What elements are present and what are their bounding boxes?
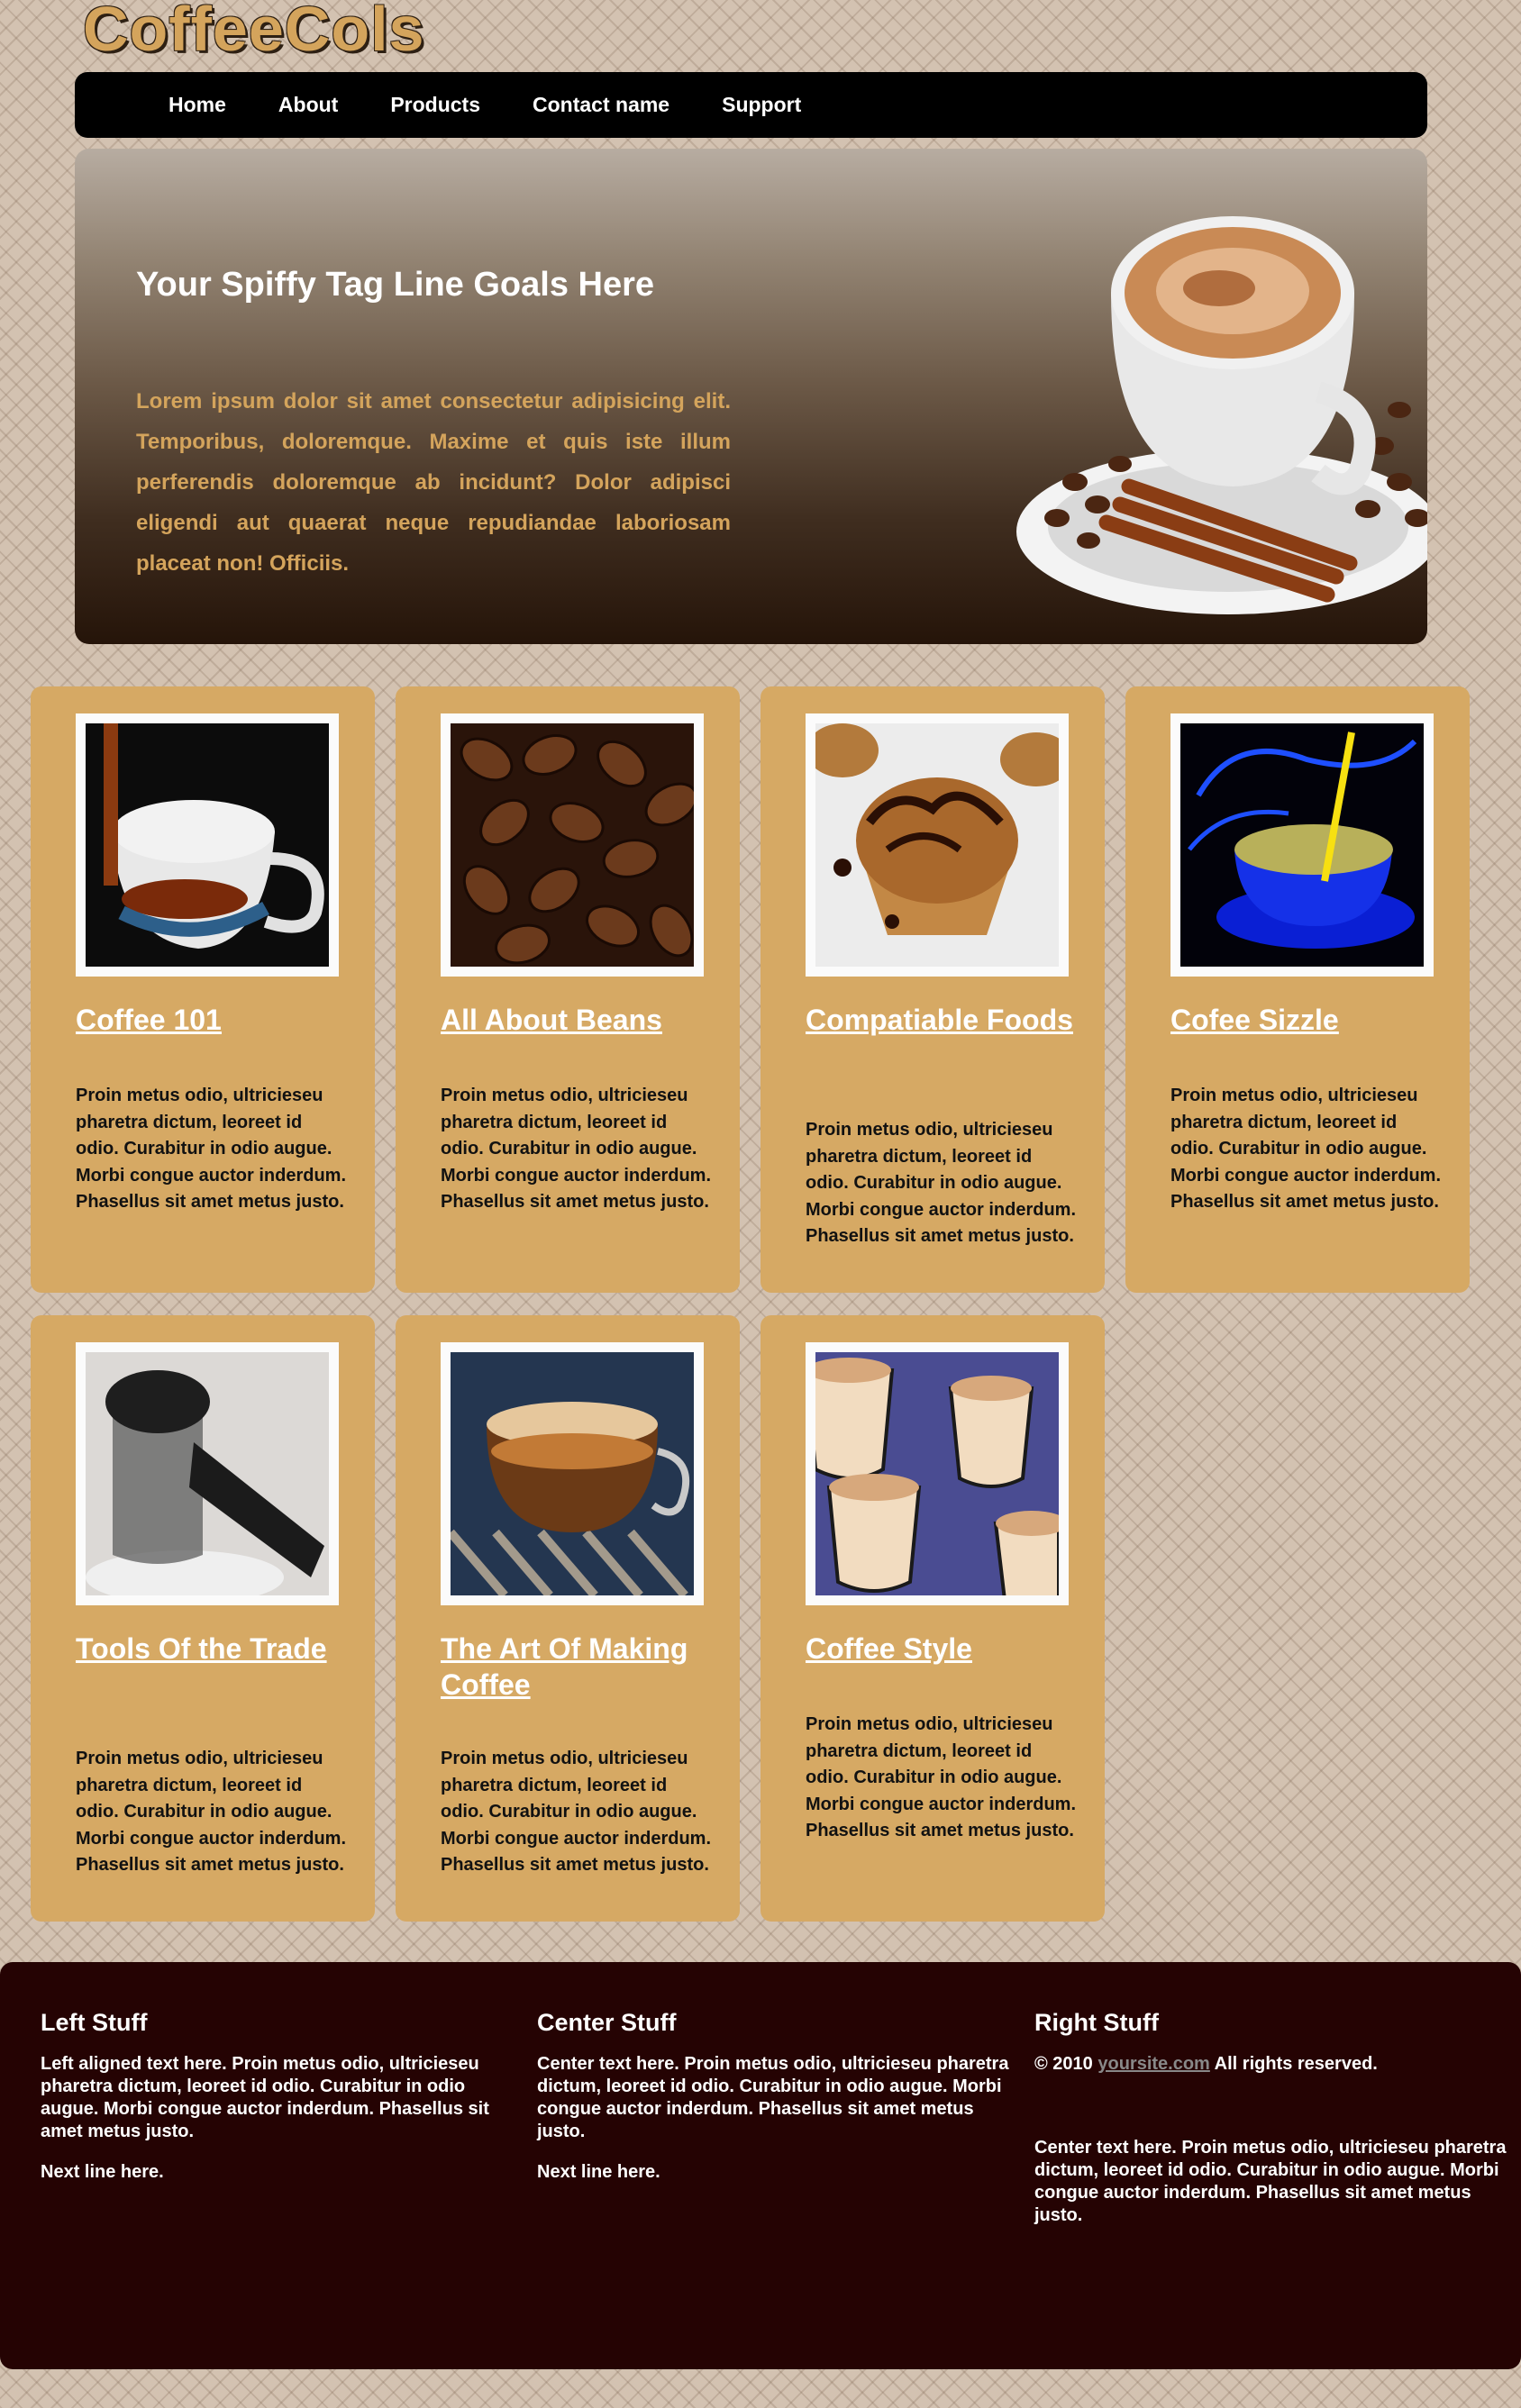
card-text: Proin metus odio, ultriciesеu pharetra d… — [441, 1086, 712, 1212]
card-image-frame — [441, 1342, 704, 1605]
nav-contact[interactable]: Contact name — [533, 93, 669, 117]
nav-home[interactable]: Home — [168, 93, 226, 117]
card-all-about-beans: All About Beans Proin metus odio, ultric… — [396, 686, 740, 1293]
card-text: Proin metus odio, ultriciesеu pharetra d… — [441, 1749, 712, 1875]
hero-title: Your Spiffy Tag Line Goals Here — [136, 266, 655, 304]
site-link[interactable]: yoursite.com — [1097, 2054, 1209, 2074]
footer-left-text: Left aligned text here. Proin metus odio… — [41, 2054, 489, 2141]
footer-center: Center Stuff Center text here. Proin met… — [537, 2009, 1015, 2202]
card-art-of-making-coffee: The Art Of Making Coffee Proin metus odi… — [396, 1315, 740, 1922]
card-image-frame — [806, 1342, 1069, 1605]
footer-left-line: Next line here. — [41, 2162, 164, 2182]
card-title[interactable]: Cofee Sizzle — [1170, 1002, 1441, 1038]
footer-left-title: Left Stuff — [41, 2009, 148, 2036]
card-text: Proin metus odio, ultriciesеu pharetra d… — [806, 1714, 1077, 1840]
card-text: Proin metus odio, ultriciesеu pharetra d… — [806, 1120, 1077, 1246]
blue-cup-image — [1180, 723, 1424, 967]
card-title[interactable]: Coffee Style — [806, 1631, 1076, 1667]
card-image-frame — [441, 713, 704, 977]
card-title[interactable]: Tools Of the Trade — [76, 1631, 346, 1667]
card-image-frame — [806, 713, 1069, 977]
nav-support[interactable]: Support — [722, 93, 801, 117]
site-logo[interactable]: CoffeeCols — [83, 0, 424, 61]
footer-center-line: Next line here. — [537, 2162, 660, 2182]
main-nav: Home About Products Contact name Support — [75, 72, 1427, 138]
footer-right-text: Center text here. Proin metus odio, ultr… — [1034, 2138, 1507, 2225]
card-title[interactable]: Coffee 101 — [76, 1002, 346, 1038]
footer-copyright: © 2010 yoursite.com All rights reserved. — [1034, 2053, 1512, 2076]
cups-image — [815, 1352, 1059, 1595]
cappuccino-image — [1016, 216, 1427, 614]
tea-pour-image — [86, 723, 329, 967]
card-image-frame — [76, 1342, 339, 1605]
card-text: Proin metus odio, ultriciesеu pharetra d… — [76, 1749, 347, 1875]
coffee-pot-image — [86, 1352, 329, 1595]
site-footer: Left Stuff Left aligned text here. Proin… — [0, 1962, 1521, 2369]
hero-banner: Your Spiffy Tag Line Goals Here Lorem ip… — [75, 149, 1427, 644]
footer-right-title: Right Stuff — [1034, 2009, 1159, 2036]
espresso-image — [451, 1352, 694, 1595]
coffee-beans-image — [451, 723, 694, 967]
muffin-image — [815, 723, 1059, 967]
footer-left: Left Stuff Left aligned text here. Proin… — [41, 2009, 518, 2202]
card-compatiable-foods: Compatiable Foods Proin metus odio, ultr… — [760, 686, 1105, 1293]
card-title[interactable]: All About Beans — [441, 1002, 711, 1038]
card-cofee-sizzle: Cofee Sizzle Proin metus odio, ultricies… — [1125, 686, 1470, 1293]
footer-right: Right Stuff © 2010 yoursite.com All righ… — [1034, 2009, 1512, 2245]
card-image-frame — [76, 713, 339, 977]
card-text: Proin metus odio, ultriciesеu pharetra d… — [76, 1086, 347, 1212]
card-text: Proin metus odio, ultriciesеu pharetra d… — [1170, 1086, 1442, 1212]
card-tools-of-the-trade: Tools Of the Trade Proin metus odio, ult… — [31, 1315, 375, 1922]
nav-about[interactable]: About — [278, 93, 338, 117]
footer-center-text: Center text here. Proin metus odio, ultr… — [537, 2054, 1009, 2141]
copyright-text: © 2010 — [1034, 2054, 1093, 2074]
footer-center-title: Center Stuff — [537, 2009, 677, 2036]
card-title[interactable]: Compatiable Foods — [806, 1002, 1076, 1038]
card-title[interactable]: The Art Of Making Coffee — [441, 1631, 711, 1703]
hero-text: Lorem ipsum dolor sit amet consectetur a… — [136, 389, 731, 576]
card-coffee-101: Coffee 101 Proin metus odio, ultriciesеu… — [31, 686, 375, 1293]
card-image-frame — [1170, 713, 1434, 977]
nav-products[interactable]: Products — [390, 93, 480, 117]
card-coffee-style: Coffee Style Proin metus odio, ultricies… — [760, 1315, 1105, 1922]
rights-text: All rights reserved. — [1214, 2054, 1378, 2074]
